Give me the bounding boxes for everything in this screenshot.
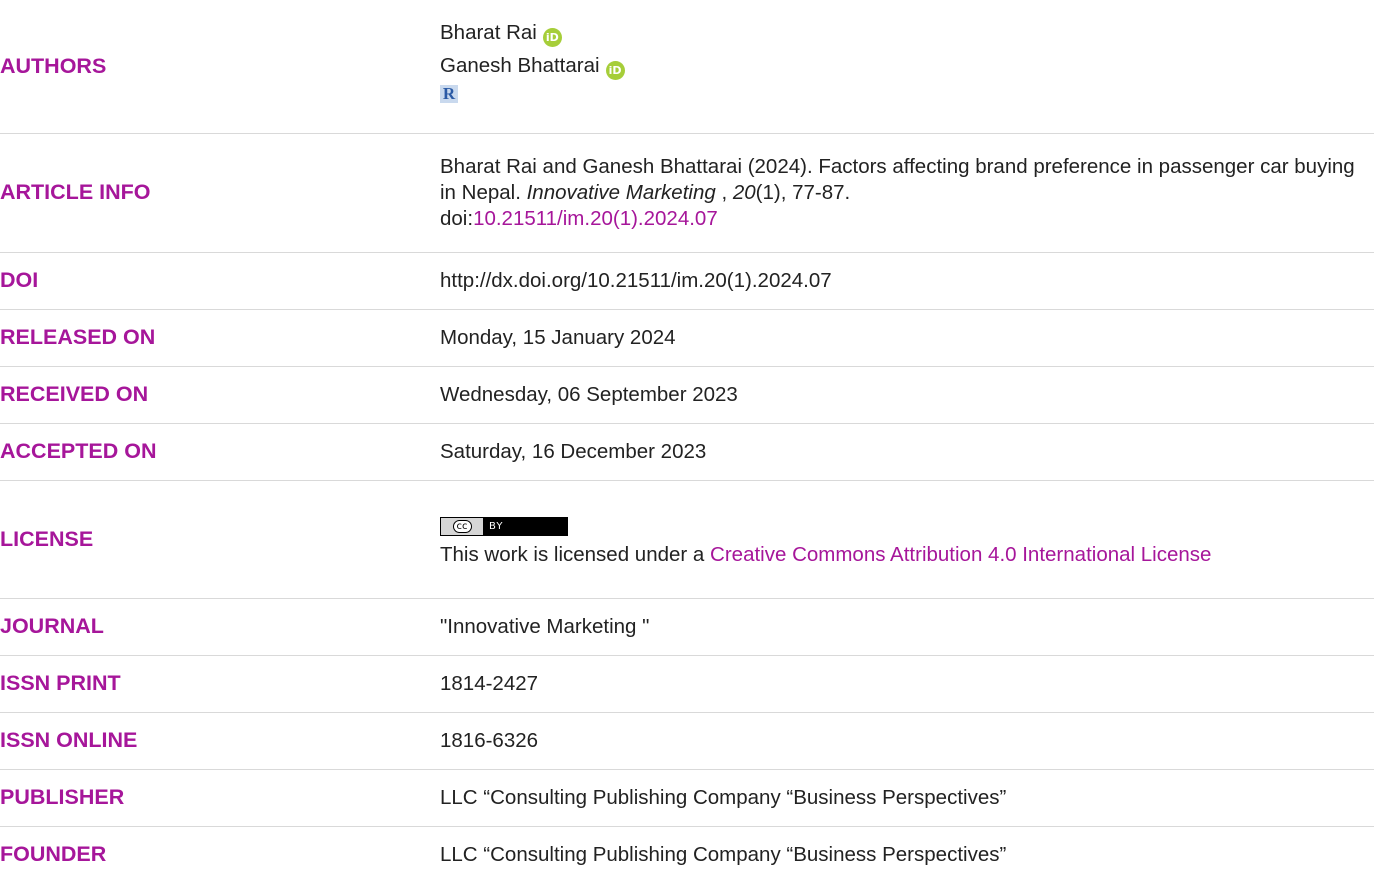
- author-name[interactable]: Ganesh Bhattarai: [440, 54, 600, 77]
- row-accepted: ACCEPTED ON Saturday, 16 December 2023: [0, 422, 1374, 480]
- journal-label: JOURNAL: [0, 597, 440, 655]
- issn-online-value: 1816-6326: [440, 711, 1374, 769]
- article-info-label: ARTICLE INFO: [0, 132, 440, 252]
- license-link[interactable]: Creative Commons Attribution 4.0 Interna…: [710, 543, 1211, 566]
- metadata-table: AUTHORS Bharat Rai iD Ganesh Bhattarai iD …: [0, 0, 1374, 883]
- doi-link[interactable]: 10.21511/im.20(1).2024.07: [473, 207, 718, 230]
- orcid-icon[interactable]: iD: [605, 61, 625, 81]
- doi-value: http://dx.doi.org/10.21511/im.20(1).2024…: [440, 251, 1374, 309]
- author-name[interactable]: Bharat Rai: [440, 21, 537, 44]
- publisher-value: LLC “Consulting Publishing Company “Busi…: [440, 768, 1374, 826]
- accepted-label: ACCEPTED ON: [0, 422, 440, 480]
- researcherid-icon[interactable]: R: [440, 85, 458, 104]
- row-journal: JOURNAL "Innovative Marketing ": [0, 597, 1374, 655]
- accepted-value: Saturday, 16 December 2023: [440, 422, 1374, 480]
- row-issn-print: ISSN PRINT 1814-2427: [0, 654, 1374, 712]
- row-founder: FOUNDER LLC “Consulting Publishing Compa…: [0, 825, 1374, 883]
- row-issn-online: ISSN ONLINE 1816-6326: [0, 711, 1374, 769]
- license-label: LICENSE: [0, 479, 440, 598]
- cc-icon: cc: [452, 520, 472, 533]
- article-citation: Bharat Rai and Ganesh Bhattarai (2024). …: [440, 132, 1374, 252]
- row-doi: DOI http://dx.doi.org/10.21511/im.20(1).…: [0, 251, 1374, 309]
- issn-online-label: ISSN ONLINE: [0, 711, 440, 769]
- released-value: Monday, 15 January 2024: [440, 308, 1374, 366]
- author-item: Bharat Rai iD: [440, 20, 1374, 48]
- authors-label: AUTHORS: [0, 53, 107, 78]
- founder-label: FOUNDER: [0, 825, 440, 883]
- cc-by-badge[interactable]: cc BY: [440, 517, 568, 536]
- row-authors: AUTHORS Bharat Rai iD Ganesh Bhattarai iD …: [0, 0, 1374, 133]
- received-label: RECEIVED ON: [0, 365, 440, 423]
- article-metadata: AUTHORS Bharat Rai iD Ganesh Bhattarai iD …: [0, 0, 1374, 883]
- volume: 20: [732, 180, 756, 204]
- by-label: BY: [489, 520, 504, 532]
- doi-label: DOI: [0, 251, 440, 309]
- released-label: RELEASED ON: [0, 308, 440, 366]
- row-article-info: ARTICLE INFO Bharat Rai and Ganesh Bhatt…: [0, 132, 1374, 252]
- publisher-label: PUBLISHER: [0, 768, 440, 826]
- journal-value: "Innovative Marketing ": [440, 597, 1374, 655]
- issn-print-value: 1814-2427: [440, 654, 1374, 712]
- row-publisher: PUBLISHER LLC “Consulting Publishing Com…: [0, 768, 1374, 826]
- received-value: Wednesday, 06 September 2023: [440, 365, 1374, 423]
- row-license: LICENSE cc BY This work is licensed unde…: [0, 479, 1374, 598]
- author-item: Ganesh Bhattarai iD: [440, 53, 1374, 81]
- journal-name: Innovative Marketing: [526, 180, 716, 204]
- issn-print-label: ISSN PRINT: [0, 654, 440, 712]
- row-received: RECEIVED ON Wednesday, 06 September 2023: [0, 365, 1374, 423]
- orcid-icon[interactable]: iD: [542, 28, 562, 48]
- row-released: RELEASED ON Monday, 15 January 2024: [0, 308, 1374, 366]
- founder-value: LLC “Consulting Publishing Company “Busi…: [440, 825, 1374, 883]
